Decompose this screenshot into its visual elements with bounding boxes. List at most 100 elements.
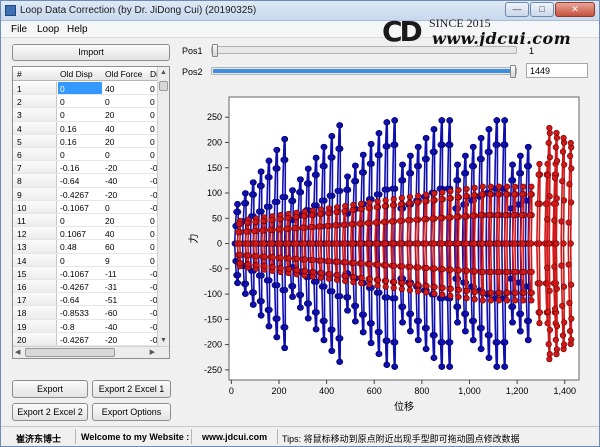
data-point[interactable] bbox=[503, 191, 510, 198]
data-point[interactable] bbox=[496, 289, 503, 296]
table-cell[interactable]: 20 bbox=[105, 110, 114, 120]
data-point[interactable] bbox=[261, 253, 268, 260]
data-point[interactable] bbox=[544, 216, 551, 223]
data-point[interactable] bbox=[342, 272, 349, 280]
data-point[interactable] bbox=[503, 183, 511, 190]
data-point[interactable] bbox=[325, 240, 332, 247]
data-point[interactable] bbox=[431, 283, 438, 290]
data-point[interactable] bbox=[559, 332, 567, 339]
data-point[interactable] bbox=[454, 275, 462, 282]
data-point[interactable] bbox=[364, 219, 371, 227]
data-point[interactable] bbox=[277, 254, 284, 261]
data-point[interactable] bbox=[516, 152, 524, 159]
data-point[interactable] bbox=[236, 220, 243, 227]
menu-loop[interactable]: Loop bbox=[37, 24, 59, 35]
data-point[interactable] bbox=[335, 145, 342, 152]
data-point[interactable] bbox=[423, 264, 430, 272]
data-point[interactable] bbox=[366, 240, 373, 247]
data-point[interactable] bbox=[259, 227, 266, 234]
data-point[interactable] bbox=[293, 267, 301, 274]
data-point[interactable] bbox=[310, 269, 317, 276]
data-point[interactable] bbox=[317, 240, 324, 247]
data-point[interactable] bbox=[558, 262, 565, 269]
data-point[interactable] bbox=[324, 222, 331, 230]
data-point[interactable] bbox=[368, 339, 375, 347]
data-point[interactable] bbox=[524, 143, 532, 151]
data-point[interactable] bbox=[399, 161, 406, 168]
data-point[interactable] bbox=[455, 286, 463, 293]
data-point[interactable] bbox=[260, 217, 267, 225]
data-point[interactable] bbox=[407, 328, 414, 335]
data-point[interactable] bbox=[290, 283, 297, 290]
table-row[interactable]: 2000 bbox=[13, 95, 158, 109]
pos1-slider[interactable] bbox=[211, 44, 517, 57]
data-point[interactable] bbox=[258, 272, 265, 279]
data-point[interactable] bbox=[373, 191, 381, 198]
data-point[interactable] bbox=[494, 212, 501, 219]
data-point[interactable] bbox=[526, 212, 533, 219]
data-point[interactable] bbox=[319, 163, 326, 170]
status-website-link[interactable]: www.jdcui.com bbox=[202, 432, 267, 442]
data-point[interactable] bbox=[484, 148, 491, 155]
data-point[interactable] bbox=[463, 287, 471, 294]
table-cell[interactable]: 0 bbox=[60, 216, 65, 226]
data-point[interactable] bbox=[267, 226, 274, 234]
data-point[interactable] bbox=[366, 275, 373, 283]
menu-file[interactable]: File bbox=[11, 24, 27, 35]
data-point[interactable] bbox=[365, 205, 372, 212]
table-cell[interactable]: -0.8 bbox=[60, 322, 75, 332]
data-point[interactable] bbox=[360, 311, 367, 318]
data-point[interactable] bbox=[334, 187, 341, 195]
table-row[interactable]: 8 -0.64 -40 -0 bbox=[13, 174, 158, 188]
data-point[interactable] bbox=[349, 206, 356, 214]
data-point[interactable] bbox=[310, 256, 317, 264]
data-point[interactable] bbox=[470, 337, 477, 344]
table-cell[interactable]: 9 bbox=[105, 256, 110, 266]
data-point[interactable] bbox=[328, 133, 335, 140]
data-point[interactable] bbox=[406, 287, 414, 294]
data-point[interactable] bbox=[367, 140, 374, 148]
data-point[interactable] bbox=[501, 363, 509, 370]
data-point[interactable] bbox=[423, 325, 430, 332]
table-row[interactable]: 12 0.1067 40 0 bbox=[13, 227, 158, 241]
data-point[interactable] bbox=[415, 281, 422, 289]
data-point[interactable] bbox=[344, 307, 351, 314]
data-point[interactable] bbox=[478, 325, 485, 332]
data-point[interactable] bbox=[391, 117, 398, 124]
data-point[interactable] bbox=[566, 299, 573, 307]
data-point[interactable] bbox=[519, 191, 526, 198]
data-point[interactable] bbox=[334, 271, 341, 279]
data-point[interactable] bbox=[527, 191, 534, 198]
table-cell[interactable]: 0 bbox=[105, 97, 110, 107]
data-point[interactable] bbox=[391, 278, 398, 286]
data-point[interactable] bbox=[321, 283, 328, 290]
data-point[interactable] bbox=[366, 160, 374, 167]
table-cell[interactable]: 0 bbox=[58, 82, 102, 94]
pos1-slider-thumb[interactable] bbox=[212, 44, 218, 57]
data-point[interactable] bbox=[282, 286, 289, 294]
data-point[interactable] bbox=[535, 171, 542, 178]
data-point[interactable] bbox=[285, 255, 292, 262]
table-cell[interactable]: -11 bbox=[105, 269, 117, 279]
data-point[interactable] bbox=[368, 320, 375, 327]
data-point[interactable] bbox=[486, 212, 493, 219]
data-point[interactable] bbox=[285, 266, 293, 273]
data-point[interactable] bbox=[560, 240, 567, 247]
data-point[interactable] bbox=[263, 203, 271, 210]
data-point[interactable] bbox=[329, 288, 336, 295]
data-point[interactable] bbox=[360, 329, 367, 336]
data-point[interactable] bbox=[493, 117, 500, 124]
data-point[interactable] bbox=[479, 240, 486, 247]
data-point[interactable] bbox=[479, 183, 486, 190]
data-point[interactable] bbox=[255, 208, 263, 215]
data-point[interactable] bbox=[291, 225, 298, 232]
data-point[interactable] bbox=[447, 188, 454, 195]
import-button[interactable]: Import bbox=[12, 44, 170, 61]
data-point[interactable] bbox=[431, 332, 438, 339]
data-point[interactable] bbox=[252, 218, 259, 225]
data-point[interactable] bbox=[264, 174, 271, 181]
data-point[interactable] bbox=[445, 141, 452, 148]
horizontal-scroll-thumb[interactable] bbox=[25, 348, 115, 357]
table-cell[interactable]: -0.4267 bbox=[60, 282, 89, 292]
data-point[interactable] bbox=[245, 261, 252, 268]
